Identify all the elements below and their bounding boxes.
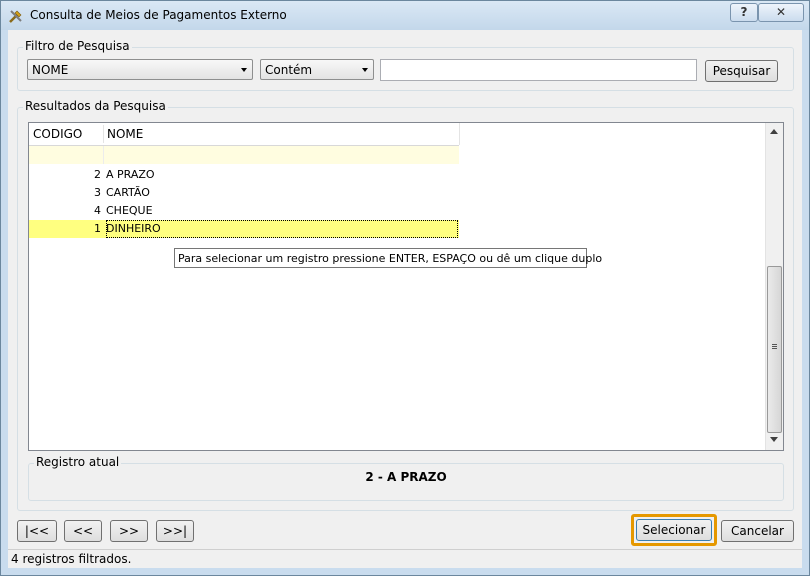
- cell-name: CARTÃO: [106, 186, 150, 199]
- vertical-scrollbar[interactable]: [765, 123, 783, 450]
- dialog-body: Filtro de Pesquisa NOME Contém Pesquisar…: [8, 30, 802, 568]
- select-button[interactable]: Selecionar: [636, 519, 712, 541]
- scroll-up-icon[interactable]: [770, 128, 778, 134]
- window-title: Consulta de Meios de Pagamentos Externo: [30, 8, 287, 22]
- last-record-button[interactable]: >>|: [156, 520, 194, 542]
- current-record-value: 2 - A PRAZO: [365, 470, 447, 484]
- table-row[interactable]: 4 CHEQUE: [29, 202, 459, 220]
- close-button[interactable]: ✕: [758, 3, 804, 22]
- filter-operator-value: Contém: [265, 63, 313, 77]
- scrollbar-thumb[interactable]: [767, 266, 782, 433]
- cell-code: 2: [94, 168, 101, 181]
- status-bar: 4 registros filtrados.: [8, 549, 802, 569]
- chevron-down-icon: [241, 68, 247, 72]
- table-row-selected[interactable]: 1 DINHEIRO: [29, 220, 459, 238]
- column-divider: [103, 125, 104, 143]
- filter-field-select[interactable]: NOME: [27, 59, 253, 80]
- cell-code: 1: [94, 222, 101, 235]
- search-button[interactable]: Pesquisar: [705, 60, 778, 82]
- results-grid[interactable]: CODIGO NOME 2 A PRAZO 3 CARTÃO 4 CHEQUE: [28, 122, 784, 451]
- cell-name: A PRAZO: [106, 168, 155, 181]
- filter-row[interactable]: [29, 145, 459, 164]
- column-divider: [103, 146, 104, 164]
- filter-operator-select[interactable]: Contém: [260, 59, 374, 80]
- grid-header: CODIGO NOME: [29, 123, 460, 145]
- column-header-nome[interactable]: NOME: [107, 123, 407, 145]
- column-divider: [459, 123, 460, 145]
- results-group-label: Resultados da Pesquisa: [23, 99, 168, 113]
- close-icon[interactable]: ✕: [776, 5, 786, 19]
- filter-group-label: Filtro de Pesquisa: [23, 39, 132, 53]
- tooltip: Para selecionar um registro pressione EN…: [174, 248, 602, 268]
- help-button[interactable]: ?: [730, 3, 758, 22]
- cell-name: DINHEIRO: [106, 220, 458, 238]
- search-input[interactable]: [380, 59, 697, 81]
- cell-code: 3: [94, 186, 101, 199]
- chevron-down-icon: [362, 68, 368, 72]
- dialog-window: Consulta de Meios de Pagamentos Externo …: [0, 0, 810, 576]
- title-bar[interactable]: Consulta de Meios de Pagamentos Externo …: [1, 1, 809, 30]
- cancel-button[interactable]: Cancelar: [721, 520, 794, 542]
- scroll-down-icon[interactable]: [770, 437, 778, 443]
- column-header-codigo[interactable]: CODIGO: [33, 123, 103, 145]
- cell-code: 4: [94, 204, 101, 217]
- cell-name: CHEQUE: [106, 204, 153, 217]
- first-record-button[interactable]: |<<: [17, 520, 57, 542]
- table-row[interactable]: 2 A PRAZO: [29, 166, 459, 184]
- next-record-button[interactable]: >>: [110, 520, 148, 542]
- previous-record-button[interactable]: <<: [64, 520, 102, 542]
- filter-field-value: NOME: [32, 63, 69, 77]
- status-text: 4 registros filtrados.: [11, 552, 132, 566]
- table-row[interactable]: 3 CARTÃO: [29, 184, 459, 202]
- current-record-label: Registro atual: [34, 455, 122, 469]
- tools-icon: [9, 10, 22, 23]
